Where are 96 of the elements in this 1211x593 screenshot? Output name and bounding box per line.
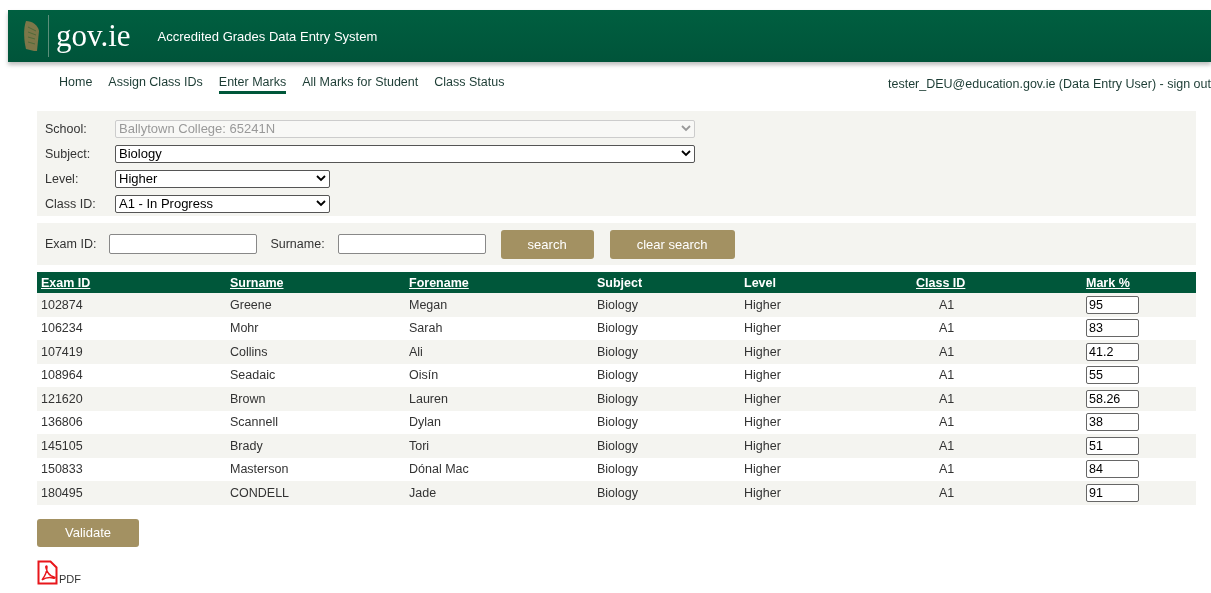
table-cell: Scannell	[226, 410, 405, 434]
table-cell: 145105	[37, 434, 226, 458]
table-cell: Masterson	[226, 457, 405, 481]
nav-link[interactable]: Assign Class IDs	[108, 74, 203, 94]
table-cell: A1	[914, 434, 1082, 458]
chevron-down-icon	[316, 175, 326, 182]
table-cell: Biology	[593, 410, 740, 434]
nav-link[interactable]: Home	[59, 74, 93, 94]
table-cell: Higher	[740, 363, 914, 387]
field-label: School:	[45, 121, 88, 136]
table-cell: Biology	[593, 457, 740, 481]
mark-input[interactable]: 83	[1086, 319, 1139, 338]
field-label: Level:	[45, 171, 80, 186]
table-cell: Higher	[740, 387, 914, 411]
table-cell: Ali	[405, 340, 593, 364]
table-cell: 121620	[37, 387, 226, 411]
table-cell: Seadaic	[226, 363, 405, 387]
table-cell: A1	[914, 410, 1082, 434]
table-cell: A1	[914, 481, 1082, 505]
table-cell: Brown	[226, 387, 405, 411]
mark-input[interactable]: 84	[1086, 460, 1139, 479]
table-cell: Tori	[405, 434, 593, 458]
table-cell: 102874	[37, 293, 226, 317]
user-signout-link[interactable]: tester_DEU@education.gov.ie (Data Entry User) - sign out	[888, 77, 1211, 91]
table-cell: Biology	[593, 340, 740, 364]
field-label: Surname:	[270, 237, 325, 251]
mark-input[interactable]: 95	[1086, 295, 1139, 314]
table-cell: Biology	[593, 434, 740, 458]
mark-input[interactable]: 55	[1086, 366, 1139, 385]
site-logo[interactable]: gov.ie	[48, 15, 131, 57]
mark-input[interactable]: 58.26	[1086, 389, 1139, 408]
chevron-down-icon	[681, 150, 691, 157]
column-header[interactable]: Forename	[405, 272, 593, 293]
column-header[interactable]: Class ID	[914, 272, 1082, 293]
chevron-down-icon	[681, 125, 691, 132]
table-cell: Higher	[740, 481, 914, 505]
table-cell: Megan	[405, 293, 593, 317]
table-cell: Higher	[740, 457, 914, 481]
input-field[interactable]	[337, 234, 486, 254]
table-cell: A1	[914, 340, 1082, 364]
field-label: Subject:	[45, 146, 92, 161]
table-cell: Greene	[226, 293, 405, 317]
table-cell: Collins	[226, 340, 405, 364]
field-label: Class ID:	[45, 196, 97, 211]
table-cell: Dylan	[405, 410, 593, 434]
mark-input[interactable]: 51	[1086, 436, 1139, 455]
table-cell: 107419	[37, 340, 226, 364]
table-cell: Sarah	[405, 316, 593, 340]
table-cell: A1	[914, 387, 1082, 411]
column-header: Subject	[593, 272, 740, 293]
table-cell: Biology	[593, 481, 740, 505]
table-cell: Higher	[740, 410, 914, 434]
field-label: Exam ID:	[45, 237, 97, 251]
column-header: Level	[740, 272, 914, 293]
mark-input[interactable]: 41.2	[1086, 342, 1139, 361]
harp-icon	[22, 19, 42, 53]
table-cell: Dónal Mac	[405, 457, 593, 481]
table-cell: Biology	[593, 387, 740, 411]
nav-link[interactable]: All Marks for Student	[302, 74, 419, 94]
column-header[interactable]: Surname	[226, 272, 405, 293]
table-cell: 108964	[37, 363, 226, 387]
table-cell: Oisín	[405, 363, 593, 387]
dropdown-select[interactable]: Higher	[115, 169, 330, 188]
table-cell: A1	[914, 293, 1082, 317]
table-cell: 180495	[37, 481, 226, 505]
table-cell: CONDELL	[226, 481, 405, 505]
table-cell: A1	[914, 363, 1082, 387]
table-cell: Mohr	[226, 316, 405, 340]
table-cell: 106234	[37, 316, 226, 340]
dropdown-select[interactable]: A1 - In Progress	[115, 194, 330, 213]
table-cell: Biology	[593, 316, 740, 340]
system-title: Accredited Grades Data Entry System	[157, 28, 378, 44]
column-header[interactable]: Exam ID	[37, 272, 226, 293]
pdf-link[interactable]: PDF	[59, 572, 81, 585]
chevron-down-icon	[316, 200, 326, 207]
table-cell: Brady	[226, 434, 405, 458]
table-cell: 150833	[37, 457, 226, 481]
nav-link[interactable]: Enter Marks	[218, 74, 287, 94]
table-cell: A1	[914, 316, 1082, 340]
table-cell: Higher	[740, 293, 914, 317]
column-header[interactable]: Mark %	[1082, 272, 1196, 293]
input-field[interactable]	[109, 234, 258, 254]
table-cell: Higher	[740, 434, 914, 458]
table-cell: Biology	[593, 363, 740, 387]
table-cell: Higher	[740, 340, 914, 364]
table-cell: Biology	[593, 293, 740, 317]
table-cell: A1	[914, 457, 1082, 481]
pdf-file-icon[interactable]	[37, 559, 58, 585]
table-cell: 136806	[37, 410, 226, 434]
table-cell: Jade	[405, 481, 593, 505]
mark-input[interactable]: 91	[1086, 483, 1139, 502]
dropdown-select[interactable]: Biology	[115, 144, 695, 163]
mark-input[interactable]: 38	[1086, 413, 1139, 432]
table-cell: Lauren	[405, 387, 593, 411]
nav-link[interactable]: Class Status	[434, 74, 505, 94]
table-cell: Higher	[740, 316, 914, 340]
